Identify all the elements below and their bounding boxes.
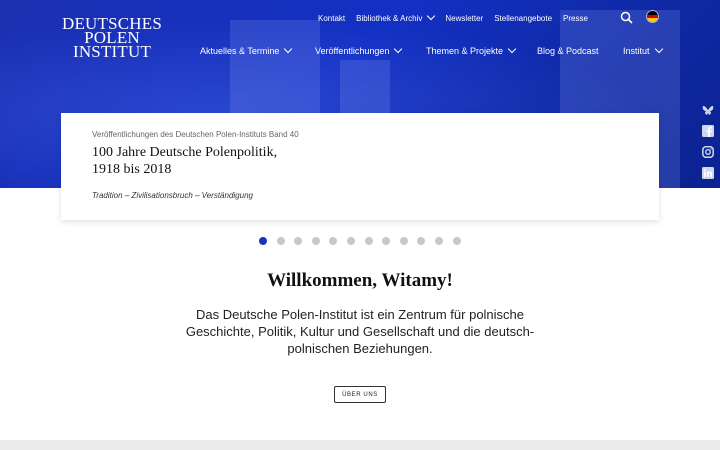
carousel-dot[interactable] (399, 237, 408, 245)
main-navigation: Aktuelles & Termine Veröffentlichungen T… (0, 44, 720, 60)
carousel-dot[interactable] (417, 237, 426, 245)
main-nav-institut[interactable]: Institut (623, 44, 663, 56)
instagram-icon[interactable] (702, 146, 714, 158)
carousel-dot[interactable] (434, 237, 443, 245)
top-nav-bibliothek[interactable]: Bibliothek & Archiv (356, 11, 436, 23)
about-us-button[interactable]: ÜBER UNS (334, 386, 386, 403)
carousel-dot[interactable] (346, 237, 355, 245)
search-icon[interactable] (620, 11, 633, 24)
top-nav-kontakt[interactable]: Kontakt (318, 14, 345, 23)
top-nav-presse[interactable]: Presse (563, 14, 588, 23)
welcome-heading: Willkommen, Witamy! (267, 270, 453, 291)
chevron-down-icon (654, 44, 663, 54)
german-flag-icon[interactable] (646, 10, 659, 23)
main-nav-veroeffentlichungen[interactable]: Veröffentlichungen (315, 44, 403, 56)
bluesky-icon[interactable] (702, 104, 714, 116)
main-nav-aktuelles[interactable]: Aktuelles & Termine (200, 44, 293, 56)
carousel-dot[interactable] (329, 237, 338, 245)
carousel-dot[interactable] (294, 237, 303, 245)
chevron-down-icon (507, 44, 517, 54)
slide-title-line-1: 100 Jahre Deutsche Polenpolitik, (92, 145, 278, 160)
top-nav-stellenangebote[interactable]: Stellenangebote (494, 14, 552, 23)
carousel-dot[interactable] (364, 237, 373, 245)
top-navigation: Kontakt Bibliothek & Archiv Newsletter S… (318, 11, 599, 25)
slide-subtitle: Tradition – Zivilisationsbruch – Verstän… (92, 191, 253, 200)
footer-band (0, 440, 720, 450)
main-nav-blog[interactable]: Blog & Podcast (537, 46, 599, 56)
main-nav-themen[interactable]: Themen & Projekte (426, 44, 517, 56)
carousel-dot[interactable] (259, 237, 267, 245)
chevron-down-icon (394, 44, 403, 54)
social-links (702, 104, 716, 188)
linkedin-icon[interactable] (702, 167, 714, 179)
carousel-dot[interactable] (311, 237, 320, 245)
carousel-pagination (259, 237, 470, 245)
featured-slide[interactable]: Veröffentlichungen des Deutschen Polen-I… (61, 113, 659, 220)
carousel-dot[interactable] (382, 237, 391, 245)
welcome-text: Das Deutsche Polen-Institut ist ein Zent… (185, 307, 535, 356)
carousel-dot[interactable] (276, 237, 285, 245)
facebook-icon[interactable] (702, 125, 714, 137)
slide-title-line-2: 1918 bis 2018 (92, 162, 172, 177)
slide-series-label: Veröffentlichungen des Deutschen Polen-I… (92, 130, 299, 139)
slide-title[interactable]: 100 Jahre Deutsche Polenpolitik, 1918 bi… (92, 144, 352, 178)
chevron-down-icon (427, 11, 436, 21)
carousel-dot[interactable] (452, 237, 461, 245)
chevron-down-icon (284, 44, 293, 54)
top-nav-newsletter[interactable]: Newsletter (445, 14, 483, 23)
